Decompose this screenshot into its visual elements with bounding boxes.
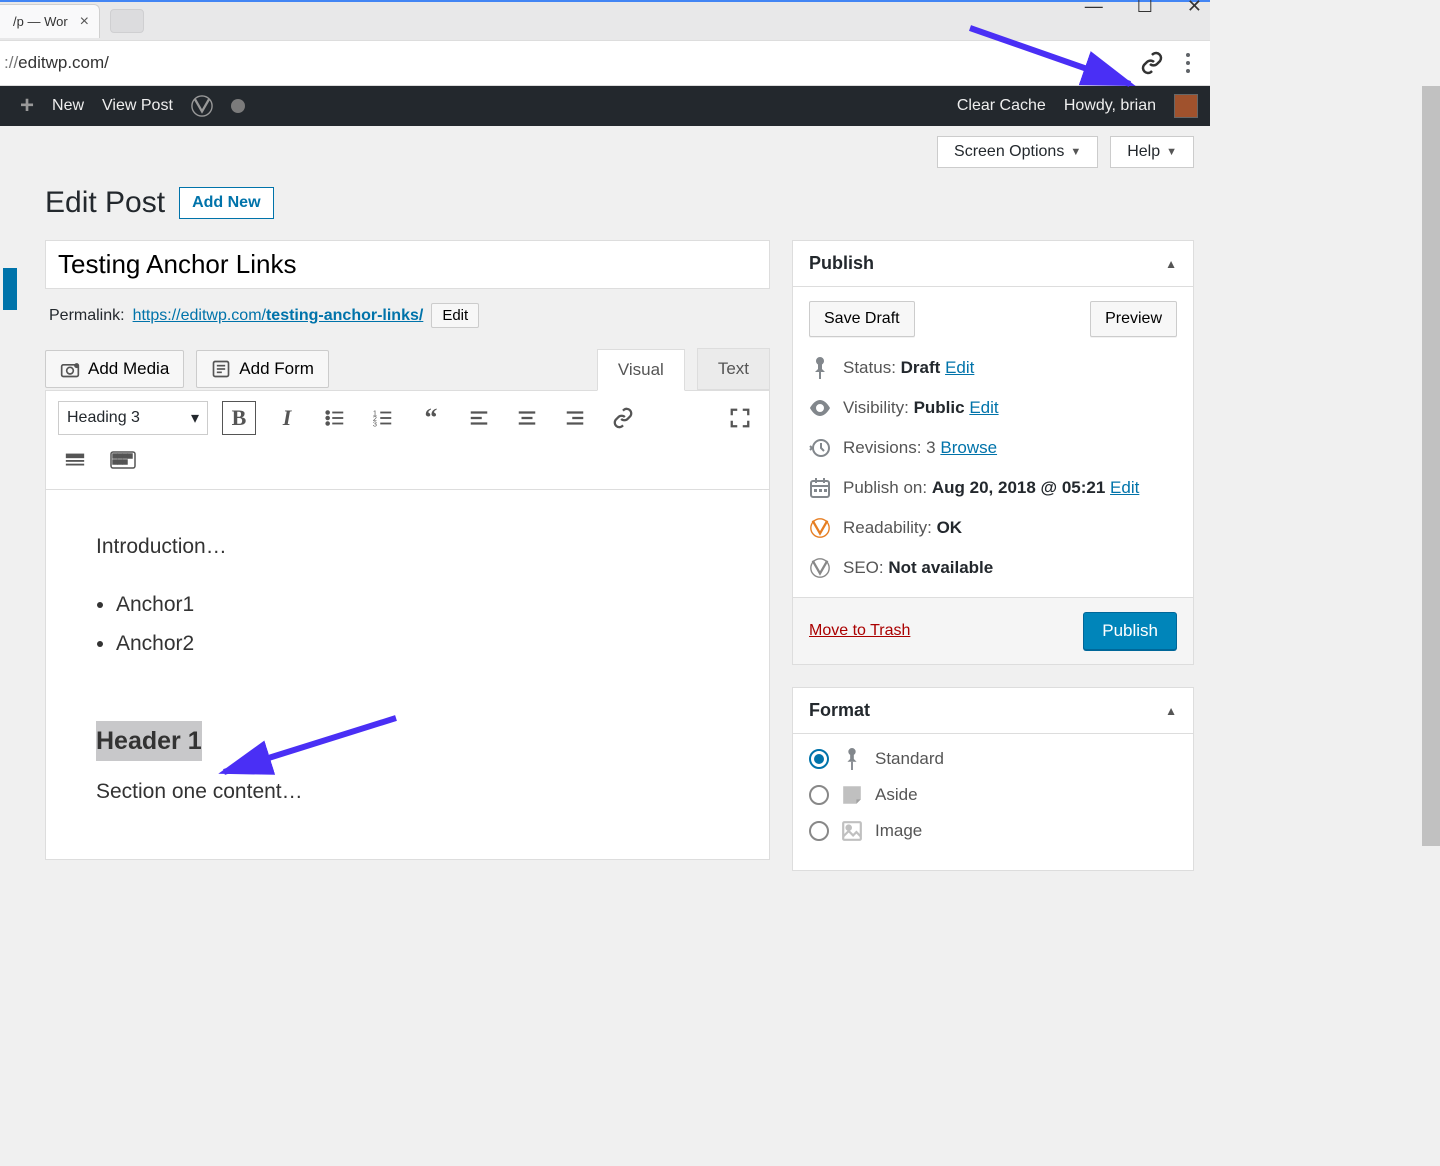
yoast-icon[interactable]: [191, 95, 213, 117]
editor-intro: Introduction…: [96, 530, 719, 564]
format-standard[interactable]: Standard: [809, 748, 1177, 770]
permalink-url[interactable]: https://editwp.com/testing-anchor-links/: [133, 307, 424, 325]
fullscreen-button[interactable]: [723, 401, 757, 435]
bold-button[interactable]: B: [222, 401, 256, 435]
scrollbar[interactable]: [1422, 86, 1440, 1166]
editor-toolbar: Heading 3▾ B I 123 “: [45, 390, 770, 490]
italic-button[interactable]: I: [270, 401, 304, 435]
align-left-button[interactable]: [462, 401, 496, 435]
tab-visual[interactable]: Visual: [597, 349, 685, 391]
preview-button[interactable]: Preview: [1090, 301, 1177, 337]
radio-unchecked: [809, 821, 829, 841]
admin-bar-view-post[interactable]: View Post: [102, 97, 173, 115]
admin-bar-new[interactable]: New: [52, 97, 84, 115]
editor-anchor-item: Anchor2: [116, 627, 719, 661]
pin-icon: [809, 357, 831, 379]
screen-options-tab[interactable]: Screen Options▼: [937, 136, 1098, 168]
tab-title: /p — Wor: [13, 14, 68, 29]
bullet-list-button[interactable]: [318, 401, 352, 435]
publish-button[interactable]: Publish: [1083, 612, 1177, 650]
menu-icon[interactable]: [1178, 53, 1198, 73]
edit-visibility-link[interactable]: Edit: [969, 398, 998, 417]
numbered-list-button[interactable]: 123: [366, 401, 400, 435]
link-icon[interactable]: [1140, 51, 1164, 75]
radio-unchecked: [809, 785, 829, 805]
history-icon: [809, 437, 831, 459]
new-tab-button[interactable]: [110, 9, 144, 33]
form-icon: [211, 359, 231, 379]
address-bar: ://editwp.com/: [0, 40, 1210, 86]
toolbar-toggle-button[interactable]: [106, 443, 140, 477]
minimize-icon[interactable]: —: [1085, 0, 1103, 17]
add-form-button[interactable]: Add Form: [196, 350, 329, 388]
post-editor[interactable]: Introduction… Anchor1 Anchor2 Header 1 S…: [45, 490, 770, 860]
edit-status-link[interactable]: Edit: [945, 358, 974, 377]
wp-page: Screen Options▼ Help▼ Edit Post Add New …: [14, 126, 1210, 913]
block-format-select[interactable]: Heading 3▾: [58, 401, 208, 435]
admin-menu-indicator: [3, 268, 17, 310]
admin-bar-clear-cache[interactable]: Clear Cache: [957, 97, 1046, 115]
close-window-icon[interactable]: ✕: [1187, 0, 1202, 17]
editor-anchor-item: Anchor1: [116, 588, 719, 622]
eye-icon: [809, 397, 831, 419]
admin-bar-howdy[interactable]: Howdy, brian: [1064, 97, 1156, 115]
browse-revisions-link[interactable]: Browse: [940, 438, 997, 457]
aside-icon: [841, 784, 863, 806]
format-image[interactable]: Image: [809, 820, 1177, 842]
pin-icon: [841, 748, 863, 770]
publish-header[interactable]: Publish ▲: [793, 241, 1193, 287]
move-to-trash-link[interactable]: Move to Trash: [809, 622, 910, 640]
add-media-button[interactable]: Add Media: [45, 350, 184, 388]
radio-checked: [809, 749, 829, 769]
insert-more-button[interactable]: [58, 443, 92, 477]
window-controls: — ☐ ✕: [1085, 0, 1202, 17]
align-right-button[interactable]: [558, 401, 592, 435]
url[interactable]: ://editwp.com/: [0, 53, 1140, 73]
quote-button[interactable]: “: [414, 401, 448, 435]
maximize-icon[interactable]: ☐: [1137, 0, 1153, 17]
permalink-edit-button[interactable]: Edit: [431, 303, 479, 328]
save-draft-button[interactable]: Save Draft: [809, 301, 915, 337]
align-center-button[interactable]: [510, 401, 544, 435]
publish-metabox: Publish ▲ Save Draft Preview Status: Dra…: [792, 240, 1194, 665]
permalink-label: Permalink:: [49, 307, 125, 325]
format-aside[interactable]: Aside: [809, 784, 1177, 806]
editor-heading: Header 1: [96, 721, 202, 761]
add-new-button[interactable]: Add New: [179, 187, 273, 219]
format-header[interactable]: Format ▲: [793, 688, 1193, 734]
collapse-icon: ▲: [1165, 704, 1177, 718]
edit-date-link[interactable]: Edit: [1110, 478, 1139, 497]
status-dot: [231, 99, 245, 113]
post-title-input[interactable]: [45, 240, 770, 289]
insert-link-button[interactable]: [606, 401, 640, 435]
calendar-icon: [809, 477, 831, 499]
chevron-down-icon: ▾: [191, 408, 199, 428]
camera-icon: [60, 359, 80, 379]
browser-tab[interactable]: /p — Wor ×: [0, 4, 100, 38]
close-icon[interactable]: ×: [80, 13, 89, 31]
browser-tab-strip: /p — Wor × — ☐ ✕: [0, 0, 1210, 40]
permalink-row: Permalink: https://editwp.com/testing-an…: [49, 303, 766, 328]
tab-text[interactable]: Text: [697, 348, 770, 390]
plus-icon[interactable]: +: [20, 92, 34, 120]
image-icon: [841, 820, 863, 842]
page-title: Edit Post: [45, 186, 165, 220]
help-tab[interactable]: Help▼: [1110, 136, 1194, 168]
avatar[interactable]: [1174, 94, 1198, 118]
format-metabox: Format ▲ Standard Aside: [792, 687, 1194, 871]
yoast-seo-icon: [809, 557, 831, 579]
wp-admin-bar: + New View Post Clear Cache Howdy, brian: [0, 86, 1210, 126]
collapse-icon: ▲: [1165, 257, 1177, 271]
yoast-readability-icon: [809, 517, 831, 539]
editor-section: Section one content…: [96, 775, 719, 809]
svg-text:3: 3: [373, 419, 377, 428]
